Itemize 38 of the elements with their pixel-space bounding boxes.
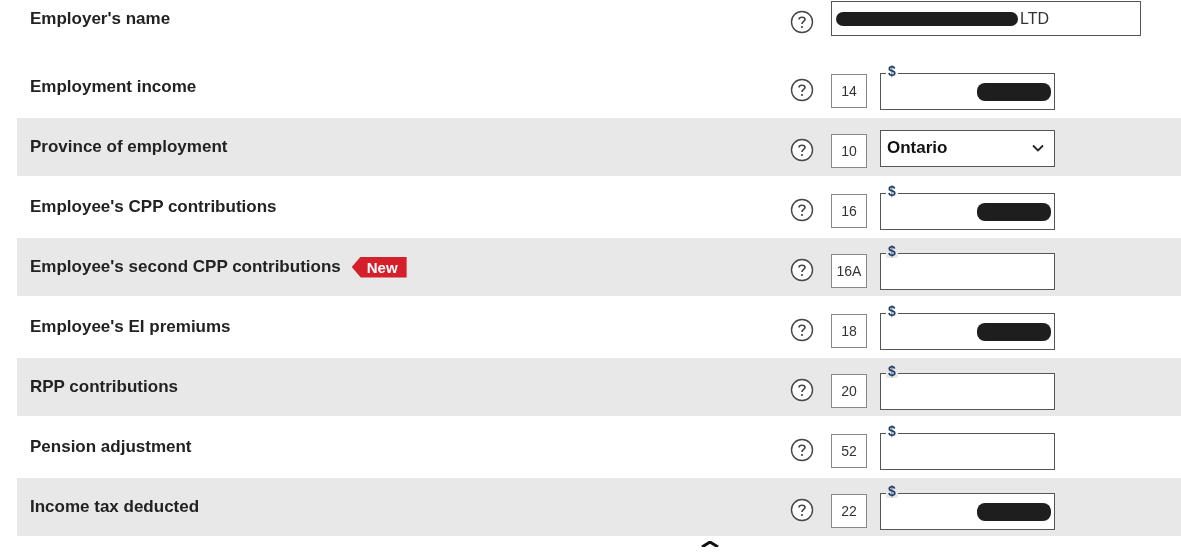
help-icon[interactable] <box>790 498 814 522</box>
help-icon[interactable] <box>790 198 814 222</box>
chevron-up-icon[interactable] <box>699 541 721 547</box>
currency-label: $ <box>886 363 898 378</box>
field-label: Employee's CPP contributions <box>30 197 277 217</box>
currency-label: $ <box>886 303 898 318</box>
help-icon[interactable] <box>790 78 814 102</box>
chevron-down-icon <box>1032 144 1044 152</box>
help-icon[interactable] <box>790 9 814 34</box>
currency-label: $ <box>886 63 898 78</box>
box-number: 52 <box>831 434 867 468</box>
field-label: Employee's second CPP contributions <box>30 257 341 277</box>
field-label: Province of employment <box>30 137 228 157</box>
box-number: 20 <box>831 374 867 408</box>
box-number: 18 <box>831 314 867 348</box>
field-label: Pension adjustment <box>30 437 192 457</box>
help-icon[interactable] <box>790 258 814 282</box>
field-label: Employee's EI premiums <box>30 317 231 337</box>
field-label: Employment income <box>30 77 197 97</box>
help-icon[interactable] <box>790 378 814 402</box>
currency-label: $ <box>886 483 898 498</box>
currency-label: $ <box>886 183 898 198</box>
new-badge: New <box>351 256 407 278</box>
currency-label: $ <box>886 243 898 258</box>
text-field[interactable]: LTD <box>831 1 1141 36</box>
help-icon[interactable] <box>790 138 814 162</box>
box-number: 16A <box>831 254 867 288</box>
help-icon[interactable] <box>790 438 814 462</box>
box-number: 22 <box>831 494 867 528</box>
province-dropdown[interactable]: Ontario <box>880 129 1055 167</box>
currency-label: $ <box>886 423 898 438</box>
box-number: 16 <box>831 194 867 228</box>
field-label: RPP contributions <box>30 377 178 397</box>
field-label: Employer's name <box>30 8 171 29</box>
box-number: 10 <box>831 134 867 168</box>
help-icon[interactable] <box>790 318 814 342</box>
field-label: Income tax deducted <box>30 497 200 517</box>
box-number: 14 <box>831 74 867 108</box>
